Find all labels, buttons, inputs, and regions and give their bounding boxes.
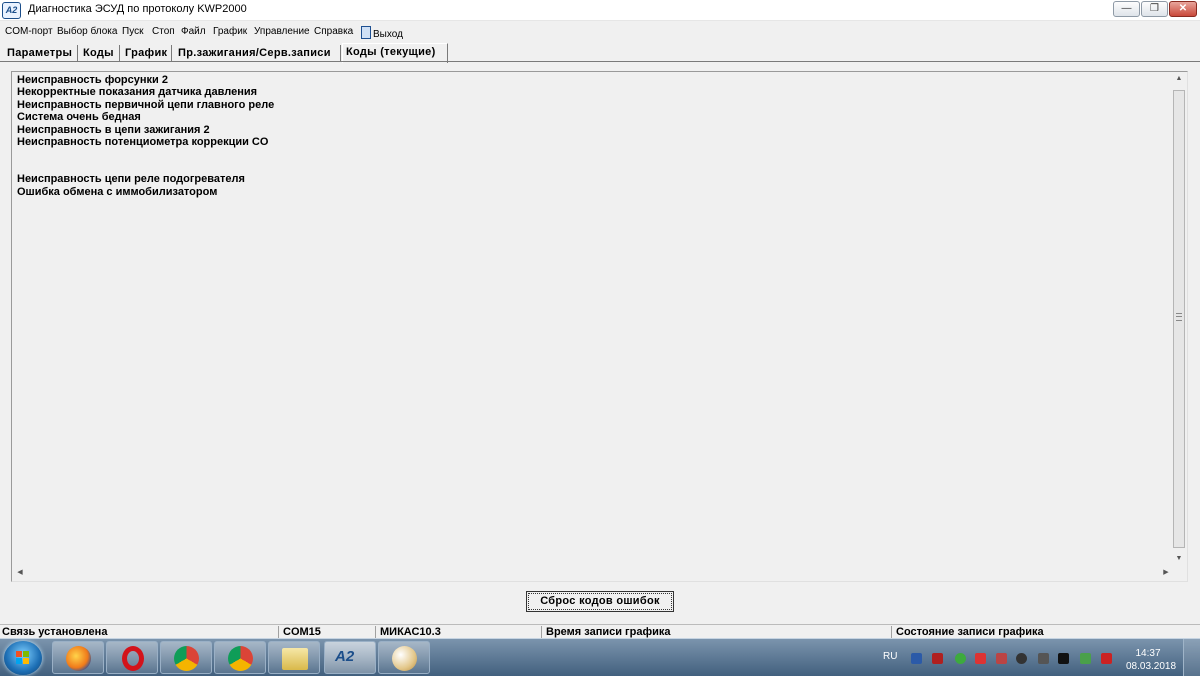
scroll-down-icon[interactable]: ▼ bbox=[1172, 555, 1186, 562]
taskbar-paint[interactable] bbox=[378, 641, 430, 674]
taskbar-opera[interactable] bbox=[106, 641, 158, 674]
status-green-icon[interactable] bbox=[955, 653, 966, 664]
code-line: Неисправность форсунки 2 bbox=[17, 74, 168, 86]
code-line: Неисправность цепи реле подогревателя bbox=[17, 173, 245, 186]
paint-icon bbox=[392, 646, 417, 671]
antivirus-icon[interactable] bbox=[932, 653, 943, 664]
menu-stop[interactable]: Стоп bbox=[152, 26, 175, 37]
code-line: Неисправность первичной цепи главного ре… bbox=[17, 98, 275, 111]
maximize-button[interactable]: ❐ bbox=[1141, 1, 1168, 17]
menu-control[interactable]: Управление bbox=[254, 26, 310, 37]
grip-icon bbox=[1176, 313, 1182, 321]
show-desktop-button[interactable] bbox=[1183, 639, 1200, 676]
code-line: Ошибка обмена с иммобилизатором bbox=[17, 185, 218, 198]
menu-help[interactable]: Справка bbox=[314, 26, 353, 37]
code-line: Некорректные показания датчика давления bbox=[17, 86, 258, 99]
exit-icon bbox=[361, 26, 371, 39]
scroll-left-icon[interactable]: ◀ bbox=[13, 568, 27, 576]
code-line: Система очень бедная bbox=[17, 111, 141, 124]
app-icon: A2 bbox=[2, 2, 21, 19]
volume-muted-icon[interactable] bbox=[996, 653, 1007, 664]
code-line: Неисправность потенциометра коррекции CO bbox=[17, 135, 269, 148]
tab-divider bbox=[0, 61, 1200, 62]
title-bar: A2 Диагностика ЭСУД по протоколу KWP2000… bbox=[0, 0, 1200, 21]
minimize-button[interactable]: — bbox=[1113, 1, 1140, 17]
scroll-right-icon[interactable]: ▶ bbox=[1159, 568, 1173, 576]
clock-date: 08.03.2018 bbox=[1126, 661, 1177, 672]
scroll-up-icon[interactable]: ▲ bbox=[1172, 75, 1186, 82]
status-bar: Связь установлена COM15 МИКАС10.3 Время … bbox=[0, 624, 1200, 639]
opera-icon bbox=[122, 646, 144, 671]
chrome-icon bbox=[174, 646, 199, 671]
start-button[interactable] bbox=[4, 641, 42, 675]
language-indicator[interactable]: RU bbox=[883, 651, 897, 662]
tab-ignition-service[interactable]: Пр.зажигания/Серв.записи bbox=[175, 45, 341, 62]
taskbar-file-manager[interactable] bbox=[268, 641, 320, 674]
app-tray-icon[interactable] bbox=[1058, 653, 1069, 664]
network-icon[interactable] bbox=[911, 653, 922, 664]
tab-current-codes[interactable]: Коды (текущие) bbox=[342, 43, 448, 63]
tab-strip: Параметры Коды График Пр.зажигания/Серв.… bbox=[0, 43, 1200, 63]
code-line: Неисправность в цепи зажигания 2 bbox=[17, 123, 210, 136]
menu-exit[interactable]: Выход bbox=[361, 26, 403, 40]
current-codes-textbox[interactable]: Неисправность форсунки 2 Некорректные пок… bbox=[11, 71, 1188, 582]
check-icon[interactable] bbox=[1080, 653, 1091, 664]
horizontal-scrollbar[interactable]: ◀ ▶ bbox=[13, 566, 1173, 580]
taskbar-firefox[interactable] bbox=[52, 641, 104, 674]
window-title: Диагностика ЭСУД по протоколу KWP2000 bbox=[28, 3, 247, 15]
clock[interactable]: 14:37 08.03.2018 bbox=[1126, 647, 1177, 673]
reset-error-codes-button[interactable]: Сброс кодов ошибок bbox=[526, 591, 674, 612]
menu-start[interactable]: Пуск bbox=[122, 26, 143, 37]
media-icon[interactable] bbox=[1016, 653, 1027, 664]
taskbar: A2 RU 14:37 08.03.2018 bbox=[0, 638, 1200, 676]
blocked-icon[interactable] bbox=[975, 653, 986, 664]
folder-icon bbox=[282, 648, 308, 670]
tab-graph[interactable]: График bbox=[122, 45, 172, 62]
menu-exit-label: Выход bbox=[373, 29, 403, 40]
scroll-thumb[interactable] bbox=[1173, 90, 1185, 548]
taskbar-chrome[interactable] bbox=[160, 641, 212, 674]
menu-file[interactable]: Файл bbox=[181, 26, 206, 37]
close-button[interactable]: ✕ bbox=[1169, 1, 1197, 17]
chrome-user-icon bbox=[228, 646, 253, 671]
a2-icon: A2 bbox=[335, 648, 355, 665]
windows-logo-icon bbox=[16, 651, 30, 665]
menu-com-port[interactable]: COM-порт bbox=[5, 26, 53, 37]
menu-select-unit[interactable]: Выбор блока bbox=[57, 26, 117, 37]
tab-parameters[interactable]: Параметры bbox=[4, 45, 78, 62]
clock-time: 14:37 bbox=[1135, 648, 1161, 659]
taskbar-chrome-user[interactable] bbox=[214, 641, 266, 674]
codes-list: Неисправность форсунки 2 Некорректные пок… bbox=[17, 74, 274, 198]
taskbar-a2-diagnostics[interactable]: A2 bbox=[324, 641, 376, 674]
reset-button-label: Сброс кодов ошибок bbox=[540, 595, 660, 607]
vertical-scrollbar[interactable]: ▲ ▼ bbox=[1172, 73, 1186, 567]
firefox-icon bbox=[66, 646, 91, 671]
menu-bar: COM-порт Выбор блока Пуск Стоп Файл Граф… bbox=[0, 24, 1200, 40]
tab-codes[interactable]: Коды bbox=[80, 45, 120, 62]
action-center-icon[interactable] bbox=[1101, 653, 1112, 664]
menu-graph[interactable]: График bbox=[213, 26, 247, 37]
usb-icon[interactable] bbox=[1038, 653, 1049, 664]
